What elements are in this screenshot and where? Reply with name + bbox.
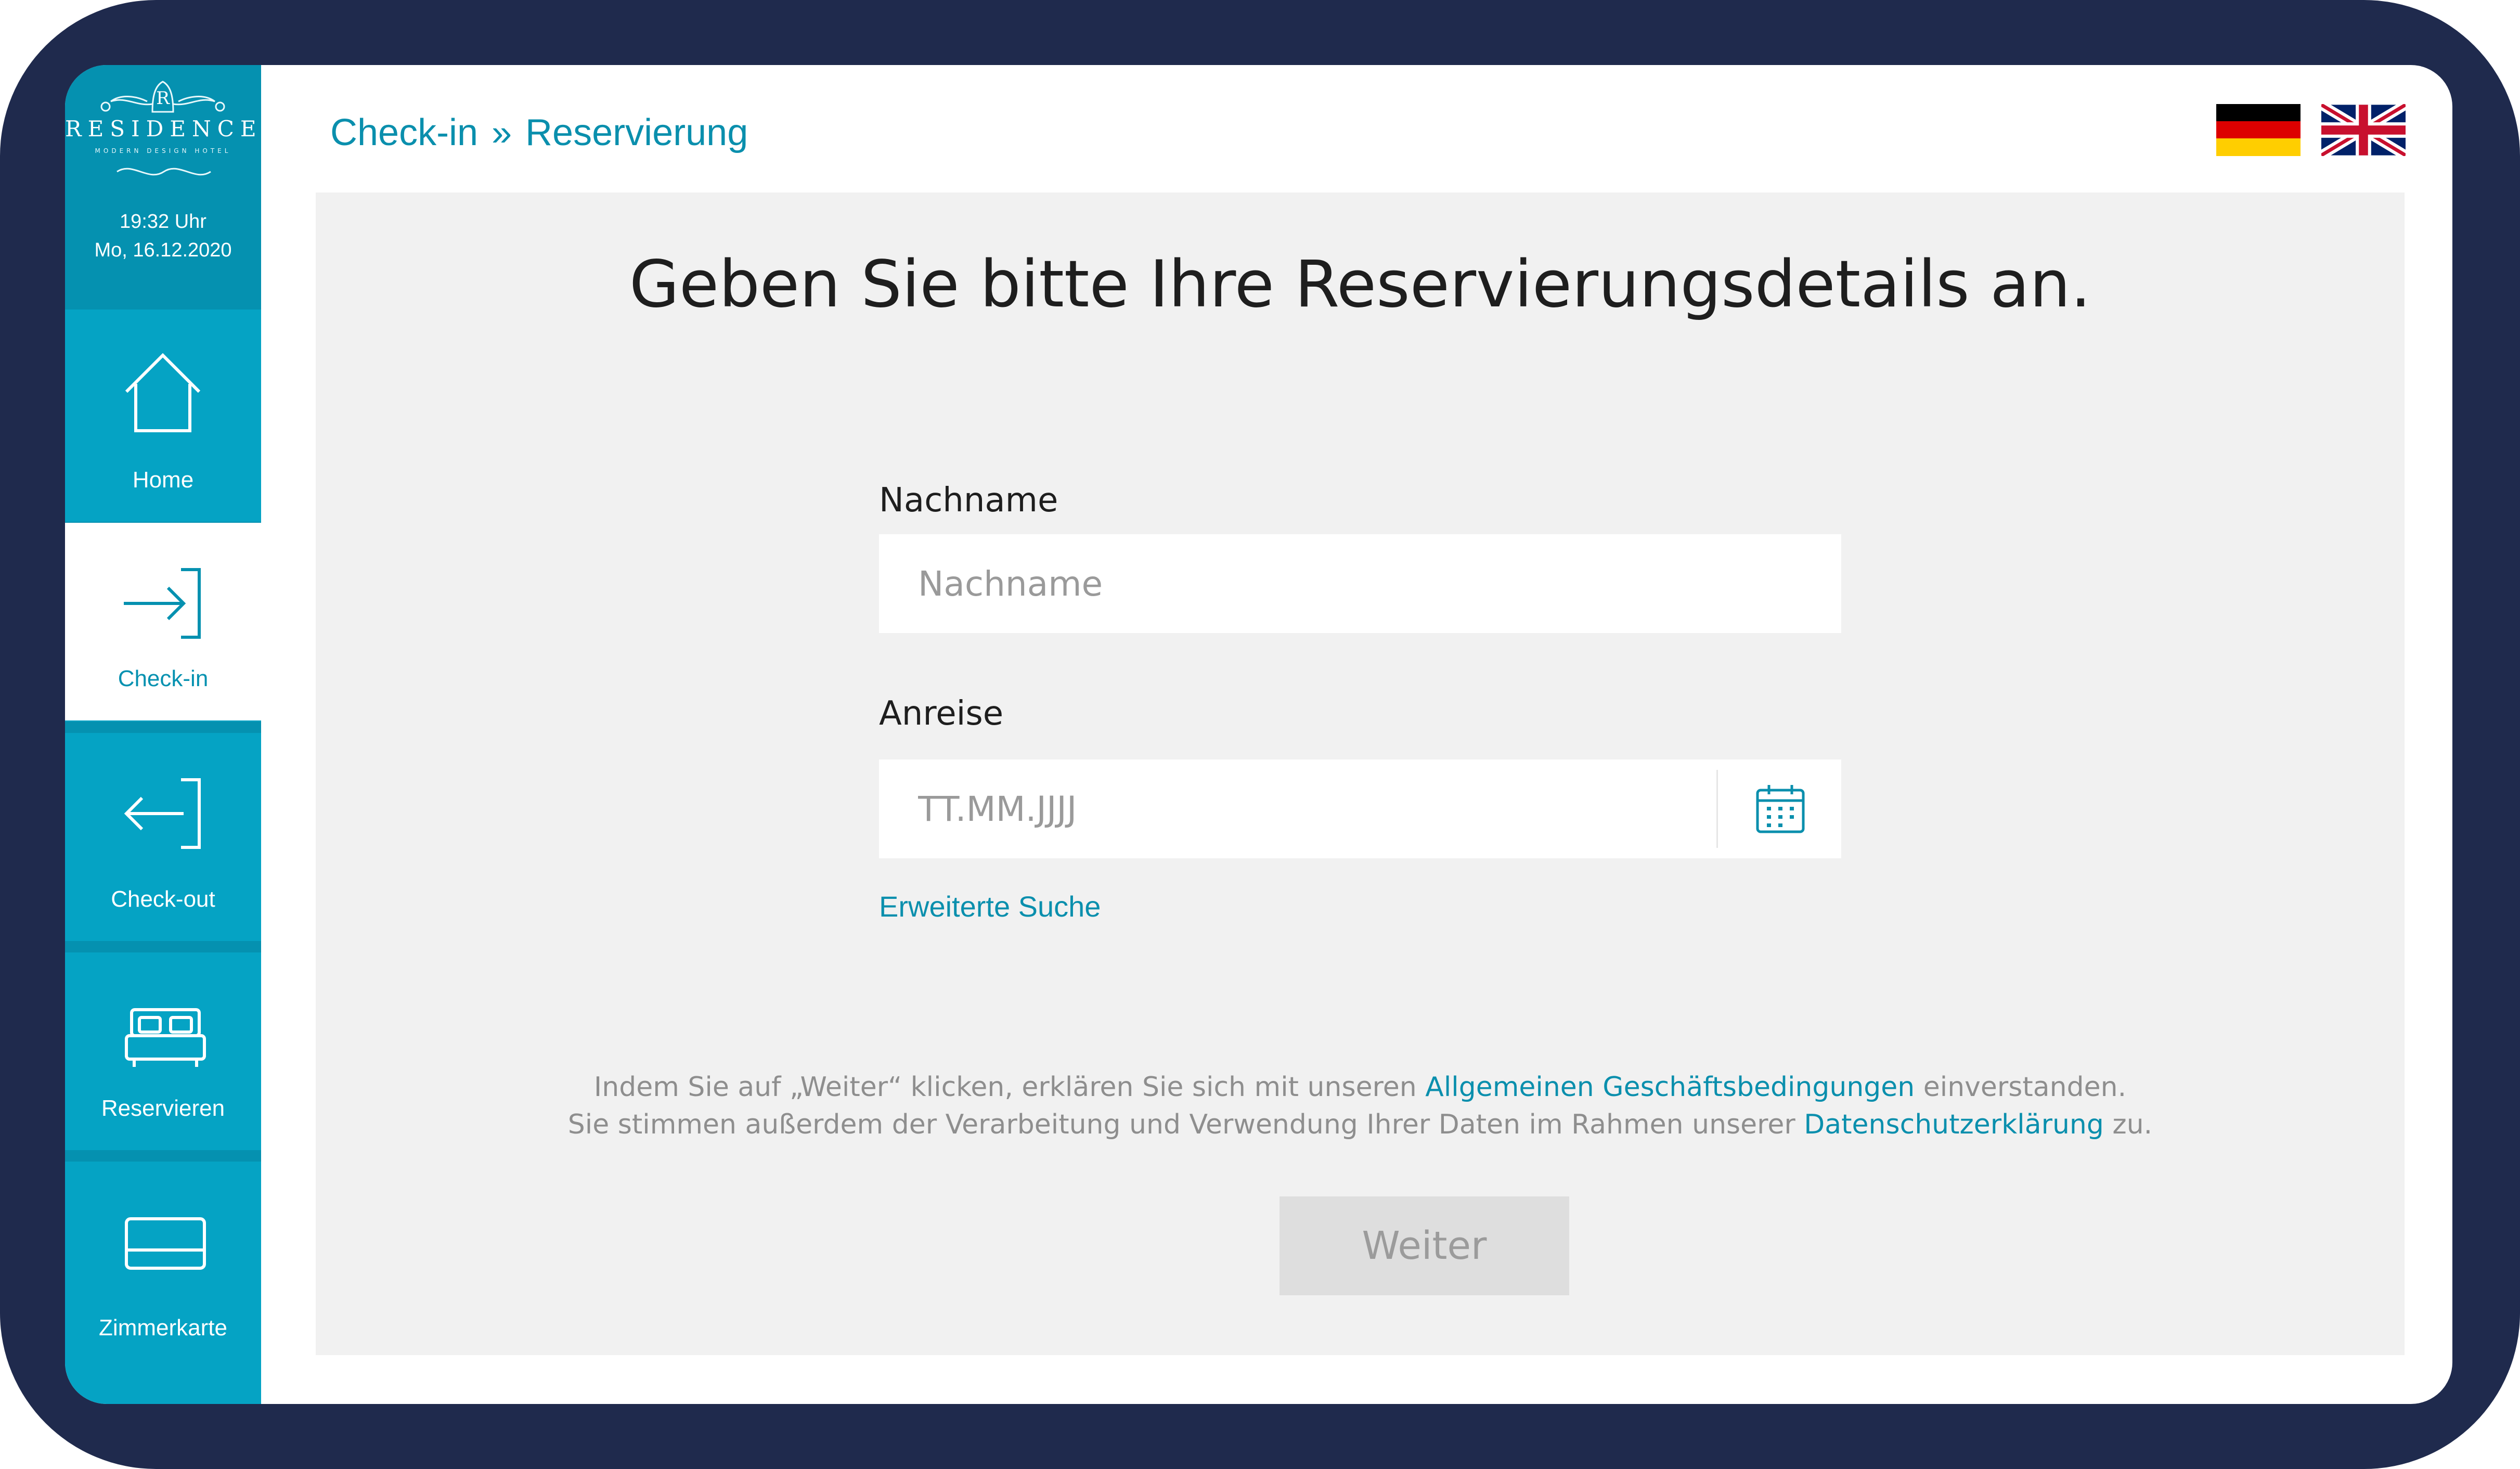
page-title: Geben Sie bitte Ihre Reservierungsdetail… xyxy=(629,247,2091,322)
residence-logo-emblem: R xyxy=(100,81,225,113)
sidebar: R RESIDENCE MODERN DESIGN HOTEL 19:32 Uh… xyxy=(65,65,261,1404)
breadcrumb-item-reservierung: Reservierung xyxy=(525,112,748,153)
arrival-label: Anreise xyxy=(879,694,1004,733)
uk-flag-icon[interactable] xyxy=(2321,104,2406,156)
continue-button[interactable]: Weiter xyxy=(1280,1196,1569,1295)
breadcrumb: Check-in » Reservierung xyxy=(330,104,748,161)
logo-wordmark: RESIDENCE xyxy=(65,116,263,141)
arrival-date-field xyxy=(879,759,1841,858)
check-out-icon xyxy=(124,778,201,849)
sidebar-divider xyxy=(65,1150,261,1162)
reservation-form-panel: Geben Sie bitte Ihre Reservierungsdetail… xyxy=(316,192,2405,1355)
breadcrumb-separator-icon: » xyxy=(492,112,512,153)
room-card-icon xyxy=(125,1217,206,1270)
sidebar-item-label: Check-in xyxy=(118,666,209,691)
sidebar-item-check-in[interactable]: Check-in xyxy=(65,523,261,720)
lastname-label: Nachname xyxy=(879,481,1058,520)
advanced-search-link[interactable]: Erweiterte Suche xyxy=(879,890,1101,923)
calendar-button[interactable] xyxy=(1718,759,1841,858)
sidebar-item-check-out[interactable]: Check-out xyxy=(65,733,261,941)
logo-tagline: MODERN DESIGN HOTEL xyxy=(95,147,231,154)
breadcrumb-item-check-in[interactable]: Check-in xyxy=(330,111,478,154)
arrival-date-input[interactable] xyxy=(879,759,1716,858)
sidebar-item-label: Zimmerkarte xyxy=(99,1315,227,1341)
check-in-icon xyxy=(124,568,201,639)
german-flag-icon[interactable] xyxy=(2216,104,2301,156)
terms-link[interactable]: Allgemeinen Geschäftsbedingungen xyxy=(1425,1072,1915,1103)
sidebar-divider xyxy=(65,941,261,952)
sidebar-item-label: Reservieren xyxy=(101,1096,225,1121)
sidebar-item-home[interactable]: Home xyxy=(65,314,261,522)
device-frame: R RESIDENCE MODERN DESIGN HOTEL 19:32 Uh… xyxy=(0,0,2520,1469)
clock-date: Mo, 16.12.2020 xyxy=(94,239,232,261)
sidebar-item-label: Check-out xyxy=(111,886,215,912)
language-switcher xyxy=(2216,104,2406,156)
clock-time: 19:32 Uhr xyxy=(120,211,206,233)
kiosk-screen: R RESIDENCE MODERN DESIGN HOTEL 19:32 Uh… xyxy=(65,65,2452,1404)
sidebar-item-zimmerkarte[interactable]: Zimmerkarte xyxy=(65,1162,261,1370)
logo-block: R RESIDENCE MODERN DESIGN HOTEL 19:32 Uh… xyxy=(65,65,261,310)
lastname-input[interactable] xyxy=(879,534,1841,633)
sidebar-item-reservieren[interactable]: Reservieren xyxy=(65,952,261,1150)
terms-notice-line-1: Indem Sie auf „Weiter“ klicken, erklären… xyxy=(593,1072,2127,1103)
sidebar-divider xyxy=(65,721,261,733)
terms-notice-line-2: Sie stimmen außerdem der Verarbeitung un… xyxy=(567,1109,2153,1140)
calendar-icon xyxy=(1756,785,1805,833)
svg-text:R: R xyxy=(156,88,170,109)
logo-ornament xyxy=(117,167,211,176)
sidebar-item-label: Home xyxy=(132,467,194,493)
bed-icon xyxy=(125,1008,206,1067)
privacy-policy-link[interactable]: Datenschutzerklärung xyxy=(1804,1109,2104,1140)
home-icon xyxy=(125,353,201,432)
